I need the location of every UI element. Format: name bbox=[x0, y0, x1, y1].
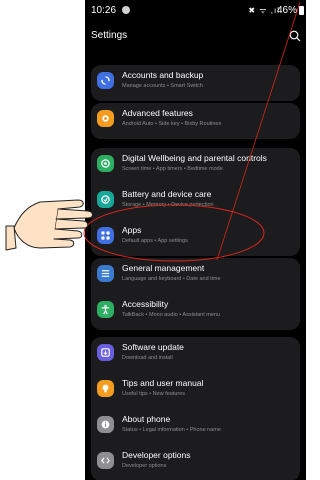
general-management-icon bbox=[97, 265, 114, 282]
settings-group: Advanced features Android Auto • Side key… bbox=[91, 103, 300, 139]
info-icon bbox=[97, 416, 114, 433]
accessibility-icon bbox=[97, 301, 114, 318]
status-signal-icons: ✖ ᯤ ,ıl bbox=[248, 6, 280, 15]
settings-item-tips-and-user-manual[interactable]: Tips and user manual Useful tips • New fe… bbox=[91, 373, 300, 409]
device-care-icon bbox=[97, 191, 114, 208]
settings-item-digital-wellbeing-and-parental-controls[interactable]: Digital Wellbeing and parental controls S… bbox=[91, 148, 300, 184]
settings-item-subtitle: Storage • Memory • Device protection bbox=[122, 202, 214, 208]
phone-screen: 10:26 ✖ ᯤ ,ıl 46% Settings Accounts and … bbox=[85, 0, 306, 480]
tips-icon bbox=[97, 380, 114, 397]
battery-icon bbox=[299, 6, 304, 15]
settings-item-subtitle: Download and install bbox=[122, 355, 173, 361]
settings-item-accounts-and-backup[interactable]: Accounts and backup Manage accounts • Sma… bbox=[91, 65, 300, 101]
settings-item-title: General management bbox=[122, 263, 205, 273]
notification-dot-icon bbox=[122, 6, 130, 14]
settings-item-subtitle: TalkBack • Mono audio • Assistant menu bbox=[122, 312, 221, 318]
settings-item-subtitle: Status • Legal information • Phone name bbox=[122, 427, 221, 433]
settings-item-title: Developer options bbox=[122, 450, 191, 460]
software-update-icon bbox=[97, 344, 114, 361]
settings-item-title: Advanced features bbox=[122, 108, 193, 118]
settings-item-advanced-features[interactable]: Advanced features Android Auto • Side key… bbox=[91, 103, 300, 139]
settings-group: Accounts and backup Manage accounts • Sma… bbox=[91, 65, 300, 101]
developer-options-icon bbox=[97, 452, 114, 469]
settings-item-accessibility[interactable]: Accessibility TalkBack • Mono audio • Ass… bbox=[91, 294, 300, 330]
settings-item-title: Digital Wellbeing and parental controls bbox=[122, 153, 267, 163]
settings-item-subtitle: Default apps • App settings bbox=[122, 238, 188, 244]
hand-pointer-icon bbox=[5, 199, 93, 251]
status-bar: 10:26 ✖ ᯤ ,ıl 46% bbox=[85, 0, 306, 22]
settings-item-about-phone[interactable]: About phone Status • Legal information • … bbox=[91, 409, 300, 445]
settings-item-title: Software update bbox=[122, 342, 184, 352]
battery-percent: 46% bbox=[276, 5, 297, 16]
settings-item-battery-and-device-care[interactable]: Battery and device care Storage • Memory … bbox=[91, 184, 300, 220]
search-icon[interactable] bbox=[289, 30, 301, 42]
settings-group: General management Language and keyboard … bbox=[91, 258, 300, 330]
page-title: Settings bbox=[91, 30, 128, 41]
settings-item-title: About phone bbox=[122, 414, 171, 424]
settings-item-subtitle: Useful tips • New features bbox=[122, 391, 186, 397]
settings-item-title: Tips and user manual bbox=[122, 378, 204, 388]
settings-header: Settings bbox=[85, 22, 306, 50]
settings-item-apps[interactable]: Apps Default apps • App settings bbox=[91, 220, 300, 256]
settings-item-software-update[interactable]: Software update Download and install bbox=[91, 337, 300, 373]
settings-item-subtitle: Manage accounts • Smart Switch bbox=[122, 83, 203, 89]
settings-item-subtitle: Android Auto • Side key • Bixby Routines bbox=[122, 121, 222, 127]
settings-item-developer-options[interactable]: Developer options Developer options bbox=[91, 445, 300, 480]
settings-item-general-management[interactable]: General management Language and keyboard … bbox=[91, 258, 300, 294]
apps-icon bbox=[97, 227, 114, 244]
settings-item-subtitle: Developer options bbox=[122, 463, 167, 469]
star-icon bbox=[97, 110, 114, 127]
status-time: 10:26 bbox=[91, 5, 117, 16]
settings-item-subtitle: Screen time • App timers • Bedtime mode bbox=[122, 166, 223, 172]
wellbeing-icon bbox=[97, 155, 114, 172]
settings-group: Software update Download and install Tips … bbox=[91, 337, 300, 480]
settings-item-title: Battery and device care bbox=[122, 189, 212, 199]
settings-group: Digital Wellbeing and parental controls S… bbox=[91, 148, 300, 256]
settings-item-title: Accounts and backup bbox=[122, 70, 204, 80]
settings-item-subtitle: Language and keyboard • Date and time bbox=[122, 276, 221, 282]
settings-item-title: Apps bbox=[122, 225, 142, 235]
sync-icon bbox=[97, 72, 114, 89]
settings-item-title: Accessibility bbox=[122, 299, 169, 309]
